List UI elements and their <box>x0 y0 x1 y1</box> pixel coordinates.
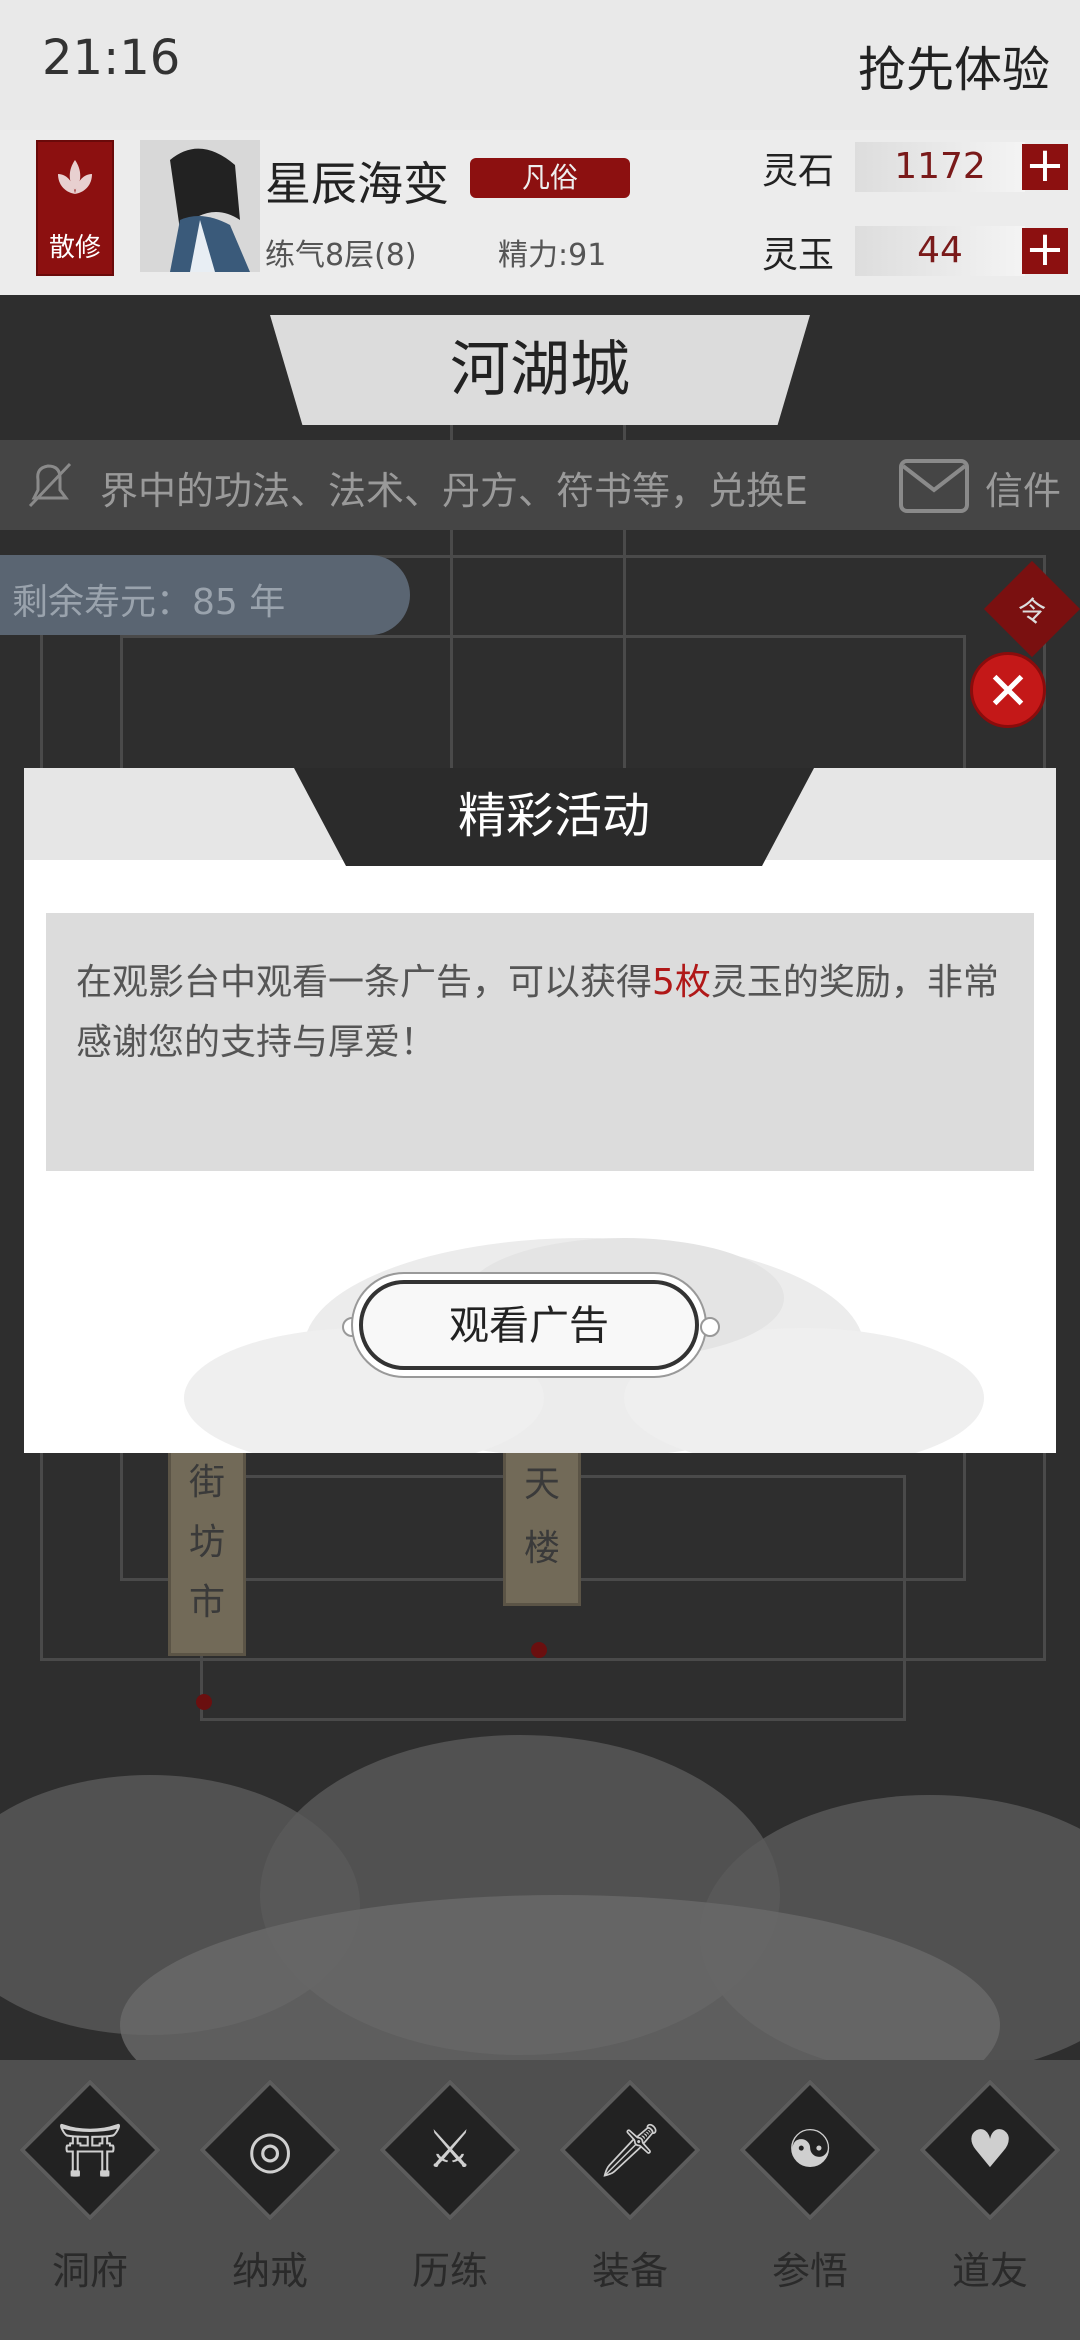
spirit-jade-value: 44 <box>855 226 1025 276</box>
reward-amount: 5枚 <box>652 962 711 1003</box>
market-label: 街坊市 <box>188 1462 225 1623</box>
tower-label: 天楼 <box>523 1464 560 1569</box>
bell-icon <box>28 462 72 508</box>
dialog-message-box: 在观影台中观看一条广告，可以获得5枚灵玉的奖励，非常感谢您的支持与厚爱！ <box>46 913 1034 1171</box>
dialog-title-tab: 精彩活动 <box>294 768 814 866</box>
nav-item-equipment[interactable]: 🗡 装备 <box>550 2079 710 2310</box>
nav-item-friends[interactable]: ♥ 道友 <box>910 2079 1070 2310</box>
city-banner: 河湖城 <box>270 315 810 425</box>
nav-item-insight[interactable]: ☯ 参悟 <box>730 2079 890 2310</box>
message-prefix: 在观影台中观看一条广告，可以获得 <box>76 962 653 1003</box>
nav-label: 道友 <box>951 2249 1028 2293</box>
rank-badge: 凡俗 <box>470 158 630 198</box>
dialog-message: 在观影台中观看一条广告，可以获得5枚灵玉的奖励，非常感谢您的支持与厚爱！ <box>76 953 1016 1073</box>
status-time: 21:16 <box>42 30 181 86</box>
lifespan-bar: 剩余寿元：85 年 <box>0 555 410 635</box>
early-access-label: 抢先体验 <box>857 42 1050 98</box>
location-sign-market[interactable]: 街坊市 <box>168 1450 246 1656</box>
watch-ad-button[interactable]: 观看广告 <box>359 1280 699 1370</box>
nav-item-cave[interactable]: ⛩ 洞府 <box>10 2079 170 2310</box>
spirit-stone-label: 灵石 <box>762 151 835 192</box>
player-name: 星辰海变 <box>265 157 449 211</box>
event-dialog: 精彩活动 在观影台中观看一条广告，可以获得5枚灵玉的奖励，非常感谢您的支持与厚爱… <box>24 768 1056 1453</box>
add-spirit-jade-button[interactable]: + <box>1022 225 1068 274</box>
nav-label: 参悟 <box>771 2249 848 2293</box>
notice-bar[interactable]: 界中的功法、法术、丹方、符书等，兑换E 信件 <box>0 440 1080 530</box>
close-button[interactable]: ✕ <box>970 652 1046 728</box>
status-bar: 21:16 抢先体验 <box>0 0 1080 130</box>
location-sign-tower[interactable]: 天楼 <box>503 1450 581 1606</box>
spirit-stone-value: 1172 <box>855 142 1025 192</box>
nav-label: 纳戒 <box>231 2249 308 2293</box>
nav-label: 历练 <box>411 2249 488 2293</box>
player-header: 散修 星辰海变 凡俗 练气8层(8) 精力:91 灵石 1172 + 灵玉 44… <box>0 130 1080 295</box>
market-marker[interactable] <box>196 1694 212 1710</box>
nav-item-training[interactable]: ⚔ 历练 <box>370 2079 530 2310</box>
sect-badge[interactable]: 散修 <box>36 140 114 276</box>
lifespan-text: 剩余寿元：85 年 <box>12 582 286 623</box>
nav-label: 装备 <box>591 2249 668 2293</box>
player-avatar[interactable] <box>140 140 260 272</box>
tower-marker[interactable] <box>531 1642 547 1658</box>
sect-label: 散修 <box>48 233 101 263</box>
button-knob-right <box>700 1317 720 1337</box>
lotus-icon <box>58 160 92 194</box>
order-token-label[interactable]: 令 <box>1010 590 1054 630</box>
bottom-nav: ⛩ 洞府 ◎ 纳戒 ⚔ 历练 🗡 装备 ☯ 参悟 ♥ 道友 <box>0 2060 1080 2340</box>
mail-label[interactable]: 信件 <box>985 460 1061 515</box>
energy-value: 精力:91 <box>498 238 607 273</box>
cultivation-level: 练气8层(8) <box>265 238 417 273</box>
dialog-title: 精彩活动 <box>457 788 650 844</box>
city-name: 河湖城 <box>450 335 630 405</box>
mail-icon[interactable] <box>898 458 970 514</box>
notice-text: 界中的功法、法术、丹方、符书等，兑换E <box>100 469 809 513</box>
add-spirit-stone-button[interactable]: + <box>1022 141 1068 190</box>
nav-item-ring[interactable]: ◎ 纳戒 <box>190 2079 350 2310</box>
nav-label: 洞府 <box>51 2249 128 2293</box>
spirit-jade-label: 灵玉 <box>762 235 835 276</box>
